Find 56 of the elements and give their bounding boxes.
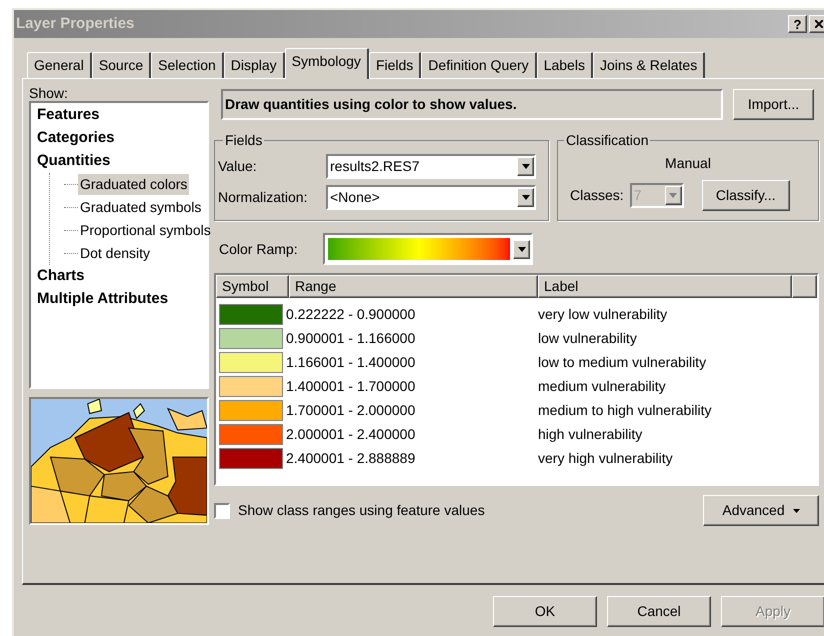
description-box: Draw quantities using color to show values. <box>221 89 723 120</box>
label-cell-text: very high vulnerability <box>538 448 673 468</box>
tab[interactable]: Fields <box>368 52 422 78</box>
tab[interactable]: Joins & Relates <box>592 52 706 78</box>
tab[interactable]: Symbology <box>284 48 369 79</box>
label-cell-text: medium vulnerability <box>538 376 666 396</box>
tab[interactable]: Source <box>92 52 152 78</box>
field-label: Normalization: <box>218 188 308 207</box>
tab[interactable]: Definition Query <box>421 52 537 78</box>
tab[interactable]: Labels <box>536 52 593 78</box>
tree-item[interactable]: Categories <box>35 127 117 150</box>
advanced-button[interactable]: Advanced <box>703 495 819 526</box>
dropdown-field[interactable]: results2.RES7 <box>326 154 536 179</box>
tree-item[interactable]: Proportional symbols <box>78 220 213 241</box>
group-title: Classification <box>565 131 650 150</box>
label-cell-text: very low vulnerability <box>538 304 668 324</box>
dropdown-value: <None> <box>330 188 380 207</box>
label-cell-text: medium to high vulnerability <box>538 400 712 420</box>
show-label: Show: <box>29 84 69 101</box>
classify-button[interactable]: Classify... <box>702 180 790 211</box>
range-cell-text: 1.166001 - 1.400000 <box>286 352 416 372</box>
tree-item[interactable]: Graduated colors <box>78 174 190 195</box>
tree-item[interactable]: Graduated symbols <box>78 197 204 218</box>
tree-item[interactable]: Features <box>35 104 102 127</box>
checkbox-label: Show class ranges using feature values <box>238 501 485 520</box>
group-title: Fields <box>224 131 264 150</box>
range-cell-text: 0.900001 - 1.166000 <box>286 328 416 348</box>
label-cell-text: high vulnerability <box>538 424 642 444</box>
label-cell-text: low to medium vulnerability <box>538 352 706 372</box>
field-label: Value: <box>218 157 258 176</box>
tab[interactable]: Display <box>224 52 285 78</box>
tree-item[interactable]: Multiple Attributes <box>35 288 170 311</box>
classes-label: Classes: <box>570 186 624 205</box>
range-cell-text: 1.700001 - 2.000000 <box>286 400 416 420</box>
tab[interactable]: Selection <box>151 52 224 78</box>
dialog-button[interactable]: Cancel <box>607 596 711 627</box>
column-header[interactable]: Symbol <box>216 275 289 298</box>
window-title: Layer Properties <box>16 14 134 34</box>
color-ramp-label: Color Ramp: <box>219 240 299 259</box>
help-button[interactable]: ? <box>788 15 807 33</box>
tree-item[interactable]: Charts <box>35 265 87 288</box>
label-cell-text: low vulnerability <box>538 328 637 348</box>
column-header[interactable]: Range <box>289 275 538 298</box>
dropdown-value: results2.RES7 <box>330 157 420 176</box>
range-cell-text: 2.400001 - 2.888889 <box>286 448 416 468</box>
method-text: Manual <box>665 154 711 173</box>
dialog-button[interactable]: OK <box>493 596 597 627</box>
range-cell-text: 1.400001 - 1.700000 <box>286 376 416 396</box>
tab[interactable]: General <box>27 52 92 78</box>
tree-item[interactable]: Dot density <box>78 243 152 264</box>
column-header[interactable]: Label <box>538 275 792 298</box>
dropdown-field[interactable]: <None> <box>326 185 536 210</box>
range-cell-text: 2.000001 - 2.400000 <box>286 424 416 444</box>
tree-item[interactable]: Quantities <box>35 150 112 173</box>
import-button[interactable]: Import... <box>733 89 814 120</box>
range-cell-text: 0.222222 - 0.900000 <box>286 304 416 324</box>
